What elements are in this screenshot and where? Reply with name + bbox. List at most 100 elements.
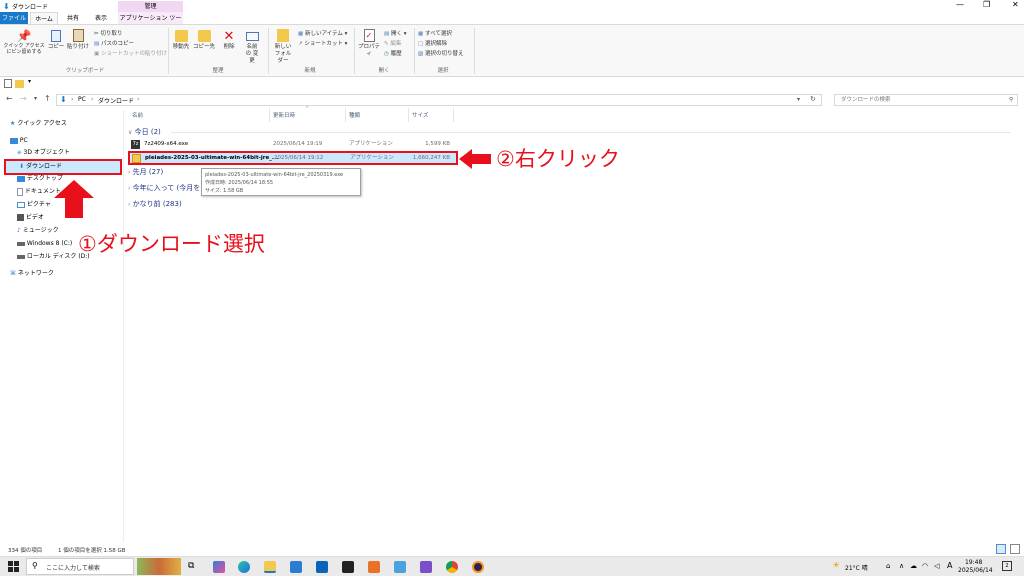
terminal-icon[interactable] [342, 561, 354, 573]
windows-start-icon[interactable] [8, 561, 19, 572]
document-icon [17, 187, 23, 196]
address-dropdown-icon[interactable]: ▾ [797, 96, 800, 103]
select-all-button[interactable]: ▦ すべて選択 [418, 29, 452, 37]
tooltip-line: サイズ: 1.58 GB [205, 188, 244, 194]
column-divider[interactable] [408, 108, 409, 122]
path-icon: ▤ [94, 41, 100, 47]
select-none-button[interactable]: ▢ 選択解除 [418, 39, 447, 47]
column-divider[interactable] [269, 108, 270, 122]
copy-path-button[interactable]: ▤ パスのコピー [94, 39, 134, 47]
file-explorer-icon[interactable] [264, 561, 276, 573]
ime-indicator[interactable]: A [947, 561, 952, 570]
nav-pc[interactable]: PC [10, 135, 28, 147]
chrome-icon[interactable] [446, 561, 458, 573]
weather-icon[interactable]: ☀ [832, 561, 840, 571]
paste-button[interactable]: 貼り付け [66, 29, 90, 51]
maximize-icon[interactable]: ❐ [983, 0, 990, 9]
refresh-icon[interactable]: ↻ [810, 95, 816, 103]
edge-icon[interactable] [238, 561, 250, 573]
paint-icon[interactable] [394, 561, 406, 573]
nav-label: ミュージック [22, 227, 59, 234]
rename-button[interactable]: 名前の 変更 [241, 29, 263, 65]
breadcrumb-downloads[interactable]: ダウンロード [98, 96, 134, 105]
mail-icon[interactable] [290, 561, 302, 573]
qat-dropdown-icon[interactable]: ▾ [28, 78, 31, 85]
back-icon[interactable]: ← [6, 94, 13, 103]
wifi-icon[interactable]: ◠ [922, 562, 928, 570]
up-icon[interactable]: ↑ [44, 94, 51, 103]
address-bar[interactable]: ⬇ › PC › ダウンロード › ▾ ↻ [56, 94, 822, 106]
group-long-ago[interactable]: › かなり前 (283) [128, 199, 182, 209]
column-header-date[interactable]: 更新日時 [273, 111, 295, 119]
open-button[interactable]: ▤ 開く ▾ [384, 29, 406, 37]
copy-label: コピー [47, 44, 65, 50]
group-label-organize: 整理 [212, 68, 224, 74]
group-label-new: 新規 [304, 68, 316, 74]
tooltip-line: 作成日時: 2025/06/14 18:55 [205, 180, 274, 186]
column-divider[interactable] [345, 108, 346, 122]
group-today[interactable]: ∨ 今日 (2) [128, 127, 161, 137]
delete-button[interactable]: ✕ 削除 [220, 29, 238, 51]
copilot-icon[interactable] [213, 561, 225, 573]
scissors-icon: ✂ [94, 31, 99, 37]
navigation-pane: ★ クイック アクセス PC ◈ 3D オブジェクト ⬇ ダウンロード デスクト… [0, 110, 123, 542]
large-icons-view-icon[interactable] [1010, 544, 1020, 554]
group-this-year[interactable]: › 今年に入って (今月を [128, 183, 200, 193]
annotation-arrow-left [459, 149, 491, 169]
search-input[interactable]: ダウンロードの検索 ⚲ [834, 94, 1018, 106]
media-player-icon[interactable] [368, 561, 380, 573]
taskbar-search[interactable]: ⚲ ここに入力して検索 [26, 558, 134, 575]
search-highlight-image[interactable] [137, 558, 181, 575]
chevron-up-icon[interactable]: ∧ [899, 562, 904, 570]
volume-icon[interactable]: ◁ [934, 562, 939, 570]
nav-quick-access[interactable]: ★ クイック アクセス [10, 118, 67, 130]
visual-studio-icon[interactable] [420, 561, 432, 573]
new-folder-button[interactable]: 新しい フォルダー [271, 29, 295, 65]
nav-3d-objects[interactable]: ◈ 3D オブジェクト [17, 147, 70, 159]
outlook-icon[interactable] [316, 561, 328, 573]
nav-videos[interactable]: ビデオ [17, 212, 44, 224]
easy-access-button[interactable]: ↗ ショートカット ▾ [298, 39, 347, 47]
invert-selection-button[interactable]: ▧ 選択の切り替え [418, 49, 463, 57]
move-to-button[interactable]: 移動先 [170, 29, 192, 51]
properties-small-icon[interactable] [4, 79, 12, 88]
pin-quick-access-button[interactable]: 📌 クイック アクセス にピン留めする [2, 29, 46, 55]
column-divider[interactable] [453, 108, 454, 122]
nav-music[interactable]: ♪ ミュージック [17, 225, 59, 237]
table-row[interactable]: 7z 7z2409-x64.exe 2025/06/14 19:19 アプリケー… [128, 139, 458, 150]
minimize-icon[interactable]: — [956, 0, 964, 9]
close-icon[interactable]: ✕ [1012, 0, 1019, 9]
cut-button[interactable]: ✂ 切り取り [94, 29, 122, 37]
details-view-icon[interactable] [996, 544, 1006, 554]
copy-button[interactable]: コピー [47, 29, 65, 51]
clock-date[interactable]: 2025/06/14 [958, 567, 993, 574]
clock-time[interactable]: 19:48 [965, 559, 982, 566]
status-bar: 334 個の項目 1 個の項目を選択 1.58 GB [0, 544, 1024, 556]
paste-shortcut-button[interactable]: ▣ ショートカットの貼り付け [94, 49, 167, 57]
group-label: かなり前 (283) [132, 200, 182, 208]
column-header-name[interactable]: 名前 [132, 111, 143, 119]
forward-icon[interactable]: → [20, 94, 27, 103]
nav-pictures[interactable]: ピクチャ [17, 199, 51, 211]
recent-dropdown-icon[interactable]: ▾ [34, 95, 37, 102]
notification-icon[interactable]: 2 [1002, 561, 1012, 571]
breadcrumb-pc[interactable]: PC [78, 96, 86, 103]
cloud-icon[interactable]: ☁ [910, 562, 917, 570]
copy-to-label: コピー先 [193, 44, 216, 50]
column-header-size[interactable]: サイズ [412, 111, 428, 119]
copy-to-button[interactable]: コピー先 [193, 29, 215, 51]
column-header-type[interactable]: 種類 [349, 111, 360, 119]
folder-small-icon[interactable] [15, 80, 24, 88]
eclipse-icon[interactable] [472, 561, 484, 573]
table-row-selected[interactable]: pleiades-2025-03-ultimate-win-64bit-jre_… [128, 151, 458, 165]
edit-button[interactable]: ✎ 編集 [384, 39, 401, 47]
task-view-icon[interactable]: ⧉ [188, 561, 194, 571]
nav-network[interactable]: ⌘ ネットワーク [10, 268, 54, 280]
nav-drive-c[interactable]: Windows 8 (C:) [17, 238, 72, 250]
group-last-month[interactable]: › 先月 (27) [128, 167, 163, 177]
new-item-button[interactable]: ▦ 新しいアイテム ▾ [298, 29, 347, 37]
weather-text[interactable]: 21°C 晴 [845, 563, 868, 572]
properties-button[interactable]: ✓ プロパティ [356, 29, 382, 58]
people-icon[interactable]: ⌂ [886, 562, 890, 570]
history-button[interactable]: ◷ 履歴 [384, 49, 402, 57]
